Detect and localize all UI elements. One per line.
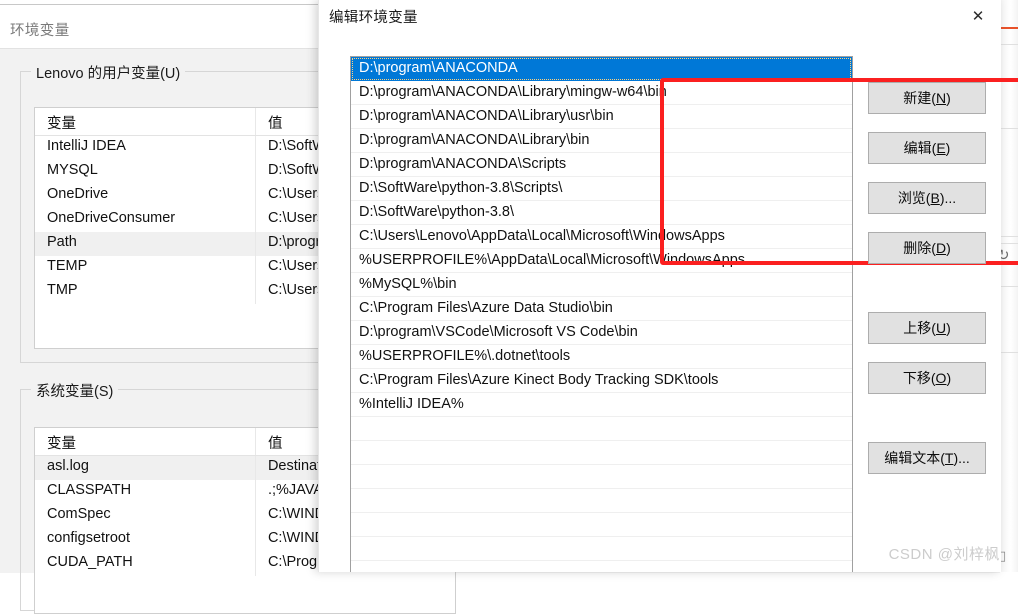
variable-name-cell: CLASSPATH — [35, 480, 256, 504]
dialog-titlebar: 编辑环境变量 ✕ — [319, 0, 1001, 31]
path-entry-empty-row[interactable] — [351, 465, 852, 489]
path-entry-empty-row[interactable] — [351, 561, 852, 572]
path-entry-empty-row[interactable] — [351, 489, 852, 513]
sliver-divider — [1001, 286, 1018, 287]
background-app-sliver: ↻ ▯ — [1000, 0, 1018, 572]
dialog-button-b[interactable]: 浏览(B)... — [868, 182, 986, 214]
variable-name-cell: OneDrive — [35, 184, 256, 208]
path-entry-row[interactable]: D:\program\ANACONDA\Library\bin — [351, 129, 852, 153]
sliver-divider — [1001, 236, 1018, 237]
background-window-title: 环境变量 — [10, 23, 70, 39]
variable-name-cell: Path — [35, 232, 256, 256]
path-entry-row[interactable]: D:\program\VSCode\Microsoft VS Code\bin — [351, 321, 852, 345]
dialog-title: 编辑环境变量 — [329, 10, 418, 26]
column-header-variable: 变量 — [35, 108, 256, 135]
system-variables-group-label: 系统变量(S) — [31, 380, 119, 401]
sliver-divider — [1001, 44, 1018, 45]
path-entry-row[interactable]: D:\SoftWare\python-3.8\Scripts\ — [351, 177, 852, 201]
variable-name-cell: OneDriveConsumer — [35, 208, 256, 232]
dialog-button-n[interactable]: 新建(N) — [868, 82, 986, 114]
refresh-icon[interactable]: ↻ — [1001, 248, 1013, 264]
sliver-divider — [1001, 352, 1018, 353]
path-entry-empty-row[interactable] — [351, 441, 852, 465]
variable-name-cell: TMP — [35, 280, 256, 304]
variable-name-cell: MYSQL — [35, 160, 256, 184]
dialog-button-t[interactable]: 编辑文本(T)... — [868, 442, 986, 474]
variable-name-cell: asl.log — [35, 456, 256, 480]
path-entry-empty-row[interactable] — [351, 537, 852, 561]
path-entry-row[interactable]: C:\Program Files\Azure Kinect Body Track… — [351, 369, 852, 393]
path-entry-empty-row[interactable] — [351, 513, 852, 537]
path-entry-empty-row[interactable] — [351, 417, 852, 441]
path-entry-row[interactable]: C:\Users\Lenovo\AppData\Local\Microsoft\… — [351, 225, 852, 249]
dialog-button-column: 新建(N) 编辑(E) 浏览(B)... 删除(D) 上移(U) 下移(O) 编辑文本(T)… — [868, 56, 988, 572]
edit-environment-variable-dialog: 编辑环境变量 ✕ D:\program\ANACONDA D:\program\A… — [318, 0, 1018, 572]
dialog-button-e[interactable]: 编辑(E) — [868, 132, 986, 164]
path-entry-row[interactable]: D:\program\ANACONDA\Scripts — [351, 153, 852, 177]
path-entry-row[interactable]: %USERPROFILE%\AppData\Local\Microsoft\Wi… — [351, 249, 852, 273]
path-entry-row[interactable]: D:\program\ANACONDA\Library\usr\bin — [351, 105, 852, 129]
path-entry-row[interactable]: D:\program\ANACONDA — [351, 57, 852, 81]
path-entry-row[interactable]: %USERPROFILE%\.dotnet\tools — [351, 345, 852, 369]
dialog-button-d[interactable]: 删除(D) — [868, 232, 986, 264]
path-entry-row[interactable]: C:\Program Files\Azure Data Studio\bin — [351, 297, 852, 321]
column-header-variable: 变量 — [35, 428, 256, 455]
sliver-accent-bar — [1001, 27, 1018, 29]
variable-name-cell: CUDA_PATH — [35, 552, 256, 576]
sliver-divider — [1001, 128, 1018, 129]
dialog-button-o[interactable]: 下移(O) — [868, 362, 986, 394]
variable-name-cell: IntelliJ IDEA — [35, 136, 256, 160]
user-variables-group-label: Lenovo 的用户变量(U) — [31, 62, 186, 83]
sliver-divider — [1001, 243, 1018, 244]
variable-name-cell: TEMP — [35, 256, 256, 280]
path-entry-row[interactable]: %IntelliJ IDEA% — [351, 393, 852, 417]
dialog-button-u[interactable]: 上移(U) — [868, 312, 986, 344]
path-entry-row[interactable]: D:\program\ANACONDA\Library\mingw-w64\bi… — [351, 81, 852, 105]
path-entries-listbox[interactable]: D:\program\ANACONDA D:\program\ANACONDA\L… — [350, 56, 853, 572]
path-entry-row[interactable]: D:\SoftWare\python-3.8\ — [351, 201, 852, 225]
path-entry-row[interactable]: %MySQL%\bin — [351, 273, 852, 297]
variable-name-cell: configsetroot — [35, 528, 256, 552]
variable-name-cell: ComSpec — [35, 504, 256, 528]
csdn-watermark: CSDN @刘梓枫 — [888, 546, 1000, 563]
close-icon[interactable]: ✕ — [955, 0, 1001, 31]
dialog-body: D:\program\ANACONDA D:\program\ANACONDA\L… — [319, 31, 1018, 572]
